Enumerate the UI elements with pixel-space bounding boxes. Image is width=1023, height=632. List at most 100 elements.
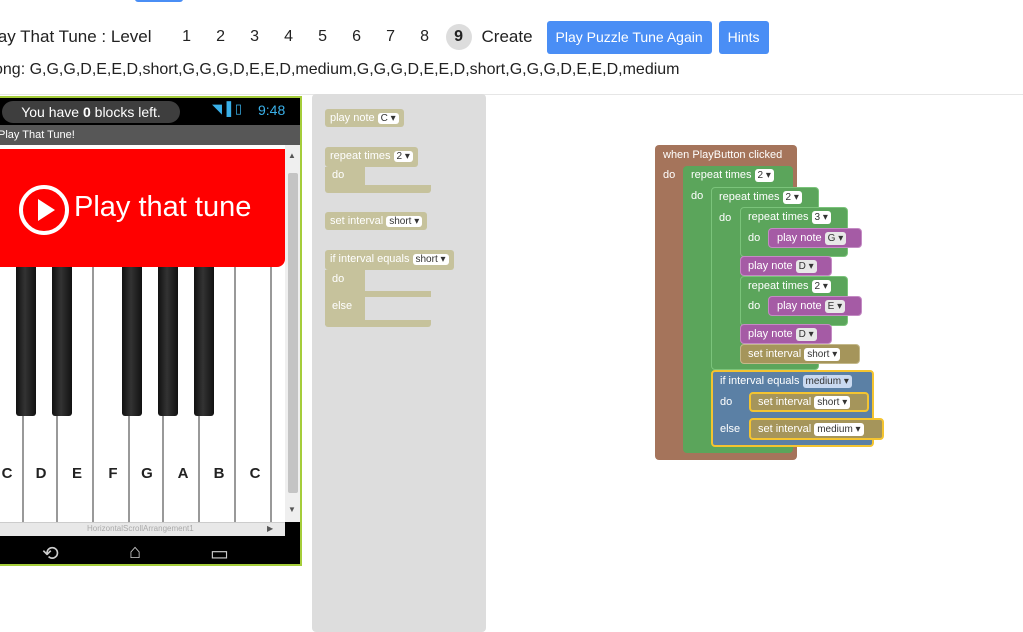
horizontal-scrollbar[interactable]: HorizontalScrollArrangement1 ▶ [0,522,285,536]
key-label-e: E [71,465,82,482]
scroll-right-arrow-icon[interactable]: ▶ [267,524,273,533]
key-label-a: A [177,465,189,482]
toolbox-repeat-foot [325,185,431,193]
scroll-up-arrow-icon[interactable]: ▲ [288,151,296,160]
hints-button[interactable]: Hints [718,20,769,54]
play-note-block-e[interactable]: play note E ▾ [768,296,862,316]
level-link-7[interactable]: 7 [374,28,408,46]
level-link-5[interactable]: 5 [306,28,340,46]
set-interval-block-short-2[interactable]: set interval short ▾ [749,392,869,412]
status-bar: You have 0 blocks left. ◥▐ ▯ 9:48 [0,98,300,124]
repeat-two-dropdown[interactable]: 2 ▾ [811,280,831,293]
play-note-d-label: play note [748,260,793,272]
level-link-3[interactable]: 3 [238,28,272,46]
piano-black-key[interactable] [16,267,36,416]
create-link[interactable]: Create [482,27,533,47]
interval-short-dropdown[interactable]: short ▾ [804,348,841,361]
if-interval-label: if interval equals [720,375,800,387]
repeat-outer-text: repeat times [691,169,752,181]
level-link-1[interactable]: 1 [170,28,204,46]
interval-short2-dropdown[interactable]: short ▾ [814,396,851,409]
repeat-outer-label: repeat times 2 ▾ [691,169,774,182]
toolbox-play-note-block[interactable]: play note C ▾ [325,109,404,127]
toolbox-set-interval-block[interactable]: set interval short ▾ [325,212,428,230]
repeat-outer-do: do [691,190,704,202]
toolbox-if-label: if interval equals [330,253,410,265]
level-link-6[interactable]: 6 [340,28,374,46]
toolbox-repeat-dropdown[interactable]: 2 ▾ [393,151,413,162]
toolbox-if-do: do [332,273,345,285]
piano-black-key[interactable] [122,267,142,416]
note-d2-dropdown[interactable]: D ▾ [795,328,817,341]
toolbox-repeat-body [325,167,365,185]
signal-battery-icon: ◥▐ ▯ [212,101,242,116]
if-else-label: else [720,423,741,435]
level-link-4[interactable]: 4 [272,28,306,46]
repeat-outer-dropdown[interactable]: 2 ▾ [754,169,774,182]
level-link-8[interactable]: 8 [408,28,442,46]
play-note-g-label: play note [777,232,822,244]
note-g-dropdown[interactable]: G ▾ [824,232,847,245]
home-icon[interactable]: ⌂ [129,541,141,564]
level-link-2[interactable]: 2 [204,28,238,46]
divider [0,94,1023,95]
piano-black-key[interactable] [158,267,178,416]
key-label-b: B [213,465,225,482]
level-link-9-active[interactable]: 9 [445,24,472,50]
piano-black-key[interactable] [194,267,214,416]
toolbox-if-interval-block[interactable]: if interval equals short ▾ [325,250,454,270]
toolbox-repeat-do: do [332,169,345,181]
piano-keyboard: C D E F G A B C [0,267,285,522]
toolbox-if-body [325,270,365,325]
key-label-c: C [1,465,13,482]
play-circle-icon [19,185,69,235]
if-interval-dropdown[interactable]: medium ▾ [802,375,852,388]
play-note-e-label: play note [777,300,822,312]
app-screen: Play that tune C D E F G A B C ▲ ▼ [0,145,300,522]
toolbox-note-dropdown[interactable]: C ▾ [377,113,399,124]
blocks-left-count: 0 [82,104,91,120]
set-interval-short2-label: set interval [758,396,812,408]
play-puzzle-tune-again-button[interactable]: Play Puzzle Tune Again [546,20,712,54]
toolbox-if-mid [325,291,431,297]
play-button-label: Play that tune [74,191,252,223]
status-time: 9:48 [258,102,286,118]
toolbox-repeat-block[interactable]: repeat times 2 ▾ [325,147,418,167]
interval-medium-dropdown[interactable]: medium ▾ [814,423,864,436]
key-label-d: D [35,465,47,482]
android-nav-bar: ⟲ ⌂ ▭ [0,538,300,564]
app-title-bar: Play That Tune! [0,125,300,145]
note-d-dropdown[interactable]: D ▾ [795,260,817,273]
recent-apps-icon[interactable]: ▭ [210,541,229,564]
toolbox-interval-dropdown[interactable]: short ▾ [386,216,423,227]
play-note-block-d-2[interactable]: play note D ▾ [740,324,832,344]
repeat-two-text: repeat times [748,280,809,292]
piano-key-c-high[interactable]: C [240,267,272,522]
play-button[interactable]: Play that tune [0,149,285,267]
repeat-three-text: repeat times [748,211,809,223]
horizontal-scroll-label: HorizontalScrollArrangement1 [87,524,194,533]
toolbox-set-interval-label: set interval [330,215,384,227]
toolbox-if-else: else [332,300,353,312]
repeat-inner-dropdown[interactable]: 2 ▾ [782,191,802,204]
note-e-dropdown[interactable]: E ▾ [824,300,846,313]
toolbox-if-dropdown[interactable]: short ▾ [412,254,449,265]
repeat-three-dropdown[interactable]: 3 ▾ [811,211,831,224]
vertical-scroll-thumb[interactable] [288,173,298,493]
repeat-inner-text: repeat times [719,191,780,203]
piano-black-key[interactable] [52,267,72,416]
scroll-down-arrow-icon[interactable]: ▼ [288,505,296,514]
set-interval-block-short[interactable]: set interval short ▾ [740,344,860,364]
repeat-inner-do: do [719,212,732,224]
set-interval-block-medium[interactable]: set interval medium ▾ [749,418,884,440]
back-icon[interactable]: ⟲ [42,541,59,564]
repeat-two-do: do [748,300,761,312]
page-title: lay That Tune : Level [0,27,152,46]
blocks-left-pill: You have 0 blocks left. [2,101,180,123]
play-note-block-d[interactable]: play note D ▾ [740,256,832,276]
song-sequence: ong: G,G,G,D,E,E,D,short,G,G,G,D,E,E,D,m… [0,61,680,78]
play-note-block-g[interactable]: play note G ▾ [768,228,862,248]
key-label-g: G [141,465,153,482]
blocks-left-suffix: blocks left. [90,104,161,120]
blocks-left-prefix: You have [21,104,83,120]
